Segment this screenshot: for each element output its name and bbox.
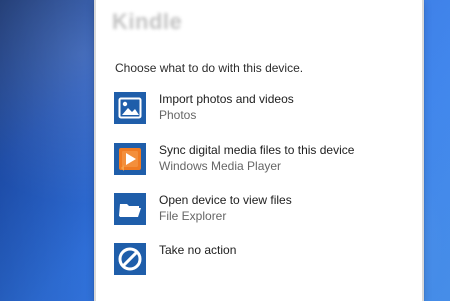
device-title: Kindle: [112, 9, 183, 34]
option-subtitle: Photos: [159, 108, 197, 122]
option-texts: Take no action: [159, 243, 236, 257]
option-sync-digital-media-files[interactable]: Sync digital media files to this device …: [114, 143, 396, 177]
option-texts: Sync digital media files to this device …: [159, 143, 354, 173]
option-title: Open device to view files: [159, 193, 292, 207]
option-title: Import photos and videos: [159, 92, 294, 106]
option-subtitle: Windows Media Player: [159, 159, 282, 173]
option-take-no-action[interactable]: Take no action: [114, 243, 396, 277]
option-texts: Import photos and videos Photos: [159, 92, 294, 122]
wallpaper-shadow: [0, 0, 86, 301]
photos-icon: [114, 92, 146, 124]
option-title: Sync digital media files to this device: [159, 143, 355, 157]
option-open-device-to-view-files[interactable]: Open device to view files File Explorer: [114, 193, 396, 227]
autoplay-dialog: Kindle Choose what to do with this devic…: [94, 0, 424, 301]
option-title: Take no action: [159, 243, 237, 257]
windows-media-player-icon: [114, 143, 146, 175]
option-texts: Open device to view files File Explorer: [159, 193, 292, 223]
folder-open-icon: [114, 193, 146, 225]
no-action-icon: [114, 243, 146, 275]
dialog-prompt: Choose what to do with this device.: [115, 61, 304, 75]
option-subtitle: File Explorer: [159, 209, 227, 223]
option-import-photos-and-videos[interactable]: Import photos and videos Photos: [114, 92, 396, 126]
